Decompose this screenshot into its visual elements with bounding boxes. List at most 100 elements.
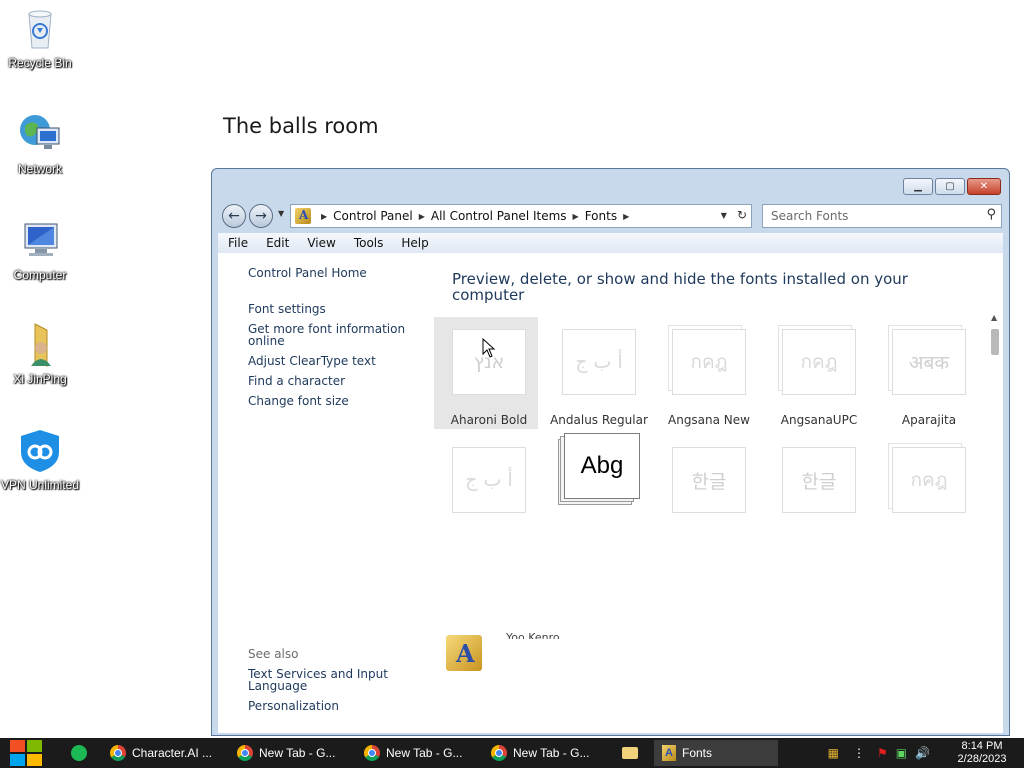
chrome-icon: [110, 745, 126, 761]
font-sample: กคฎ: [782, 329, 856, 395]
font-sample: กคฎ: [892, 447, 966, 513]
desktop-icon-user-folder[interactable]: Xi JinPing: [0, 322, 80, 386]
find-character-link[interactable]: Find a character: [248, 375, 408, 387]
folder-icon: [622, 747, 638, 759]
see-also-heading: See also: [248, 647, 299, 661]
control-panel-home-link[interactable]: Control Panel Home: [248, 267, 408, 279]
recycle-bin-icon: [17, 6, 63, 52]
vertical-scrollbar[interactable]: ▲: [989, 313, 1001, 733]
font-tile[interactable]: أ ب ج: [434, 435, 538, 515]
font-sample: 한글: [782, 447, 856, 513]
taskbar-chrome-new-tab-2[interactable]: New Tab - G...: [356, 740, 480, 766]
network-status-icon[interactable]: ▣: [896, 746, 907, 760]
font-name: Aparajita: [901, 413, 957, 427]
font-sample: अबक: [892, 329, 966, 395]
title-bar[interactable]: [212, 169, 1009, 201]
taskbar-app-label: Fonts: [682, 746, 713, 760]
taskbar-chrome-new-tab-1[interactable]: New Tab - G...: [229, 740, 353, 766]
menu-view[interactable]: View: [297, 236, 343, 250]
menu-tools[interactable]: Tools: [344, 236, 392, 250]
taskbar-file-explorer[interactable]: [616, 740, 644, 766]
get-more-font-info-link[interactable]: Get more font information online: [248, 323, 408, 347]
taskbar-app-label: New Tab - G...: [386, 746, 463, 760]
back-button[interactable]: ←: [222, 204, 246, 228]
flag-icon[interactable]: ⚑: [877, 746, 888, 760]
breadcrumb-fonts[interactable]: Fonts: [585, 209, 617, 223]
font-item-partial[interactable]: A: [446, 635, 486, 675]
system-clock[interactable]: 8:14 PM 2/28/2023: [940, 740, 1024, 766]
content-area: Control Panel Home Font settings Get mor…: [218, 253, 1003, 733]
chrome-icon: [237, 745, 253, 761]
adjust-cleartype-link[interactable]: Adjust ClearType text: [248, 355, 408, 367]
page-title: Preview, delete, or show and hide the fo…: [452, 270, 908, 304]
desktop: Recycle Bin Network Computer Xi JinPing …: [0, 0, 1024, 738]
font-sample: กคฎ: [672, 329, 746, 395]
desktop-icon-recycle-bin[interactable]: Recycle Bin: [0, 6, 80, 70]
font-preview: أ ب ج: [558, 325, 636, 395]
font-name: Andalus Regular: [550, 413, 648, 427]
breadcrumb-separator-icon[interactable]: ▶: [573, 212, 579, 221]
taskbar-app-label: New Tab - G...: [513, 746, 590, 760]
menu-edit[interactable]: Edit: [256, 236, 297, 250]
address-bar[interactable]: A ▶ Control Panel ▶ All Control Panel It…: [290, 204, 752, 228]
search-icon[interactable]: ⚲: [986, 207, 996, 222]
scroll-thumb[interactable]: [991, 329, 999, 355]
font-preview: אנץ: [448, 325, 526, 395]
close-button[interactable]: ✕: [967, 178, 1001, 195]
text-services-link[interactable]: Text Services and Input Language: [248, 668, 408, 692]
desktop-icon-network[interactable]: Network: [0, 112, 80, 176]
font-tile[interactable]: 한글: [654, 435, 758, 515]
font-tile[interactable]: Abg: [544, 429, 648, 515]
minimize-icon: ▁: [914, 181, 922, 192]
volume-icon[interactable]: 🔊: [915, 746, 930, 760]
font-tile[interactable]: กคฎ: [874, 435, 978, 515]
taskbar-chrome-new-tab-3[interactable]: New Tab - G...: [483, 740, 607, 766]
personalization-link[interactable]: Personalization: [248, 700, 408, 712]
fonts-folder-icon: A: [295, 208, 311, 224]
menu-file[interactable]: File: [218, 236, 256, 250]
chevron-down-icon: ▼: [278, 209, 285, 218]
font-sample: 한글: [672, 447, 746, 513]
keyboard-icon[interactable]: ▦: [828, 746, 839, 760]
desktop-icon-computer[interactable]: Computer: [0, 218, 80, 282]
desktop-icon-vpn-unlimited[interactable]: VPN Unlimited: [0, 428, 80, 492]
font-preview: กคฎ: [778, 325, 856, 395]
font-name: AngsanaUPC: [780, 413, 858, 427]
minimize-button[interactable]: ▁: [903, 178, 933, 195]
taskbar-fonts[interactable]: A Fonts: [654, 740, 778, 766]
font-preview: अबक: [888, 325, 966, 395]
taskbar-app-label: New Tab - G...: [259, 746, 336, 760]
refresh-icon[interactable]: ↻: [737, 208, 747, 222]
menu-help[interactable]: Help: [391, 236, 436, 250]
start-button[interactable]: [10, 740, 44, 766]
close-icon: ✕: [979, 181, 989, 192]
desktop-icon-label: Computer: [13, 268, 67, 282]
search-input[interactable]: Search Fonts ⚲: [762, 204, 1002, 228]
font-preview: 한글: [778, 443, 856, 513]
font-preview: 한글: [668, 443, 746, 513]
font-sample: Abg: [564, 433, 640, 499]
maximize-button[interactable]: ▢: [935, 178, 965, 195]
spotify-icon: [71, 745, 87, 761]
font-name: Aharoni Bold: [450, 413, 528, 427]
more-options-icon[interactable]: ⋮: [853, 746, 865, 760]
breadcrumb-all-control-panel-items[interactable]: All Control Panel Items: [431, 209, 567, 223]
forward-button[interactable]: →: [249, 204, 273, 228]
scroll-up-icon[interactable]: ▲: [991, 313, 997, 322]
chrome-icon: [364, 745, 380, 761]
breadcrumb-control-panel[interactable]: Control Panel: [333, 209, 413, 223]
breadcrumb-separator-icon[interactable]: ▶: [321, 212, 327, 221]
font-settings-link[interactable]: Font settings: [248, 303, 408, 315]
window-controls: ▁ ▢ ✕: [903, 178, 1001, 195]
breadcrumb-separator-icon[interactable]: ▶: [623, 212, 629, 221]
font-tile[interactable]: 한글: [764, 435, 868, 515]
taskbar-spotify[interactable]: [66, 740, 92, 766]
taskbar-chrome-character-ai[interactable]: Character.AI ...: [102, 740, 226, 766]
recent-pages-dropdown[interactable]: ▼: [278, 209, 284, 218]
navigation-bar: ← → ▼ A ▶ Control Panel ▶ All Control Pa…: [220, 201, 1002, 231]
computer-icon: [17, 218, 63, 264]
font-sample: أ ب ج: [562, 329, 636, 395]
breadcrumb-separator-icon[interactable]: ▶: [419, 212, 425, 221]
address-dropdown-icon[interactable]: ▼: [721, 208, 727, 222]
change-font-size-link[interactable]: Change font size: [248, 395, 408, 407]
